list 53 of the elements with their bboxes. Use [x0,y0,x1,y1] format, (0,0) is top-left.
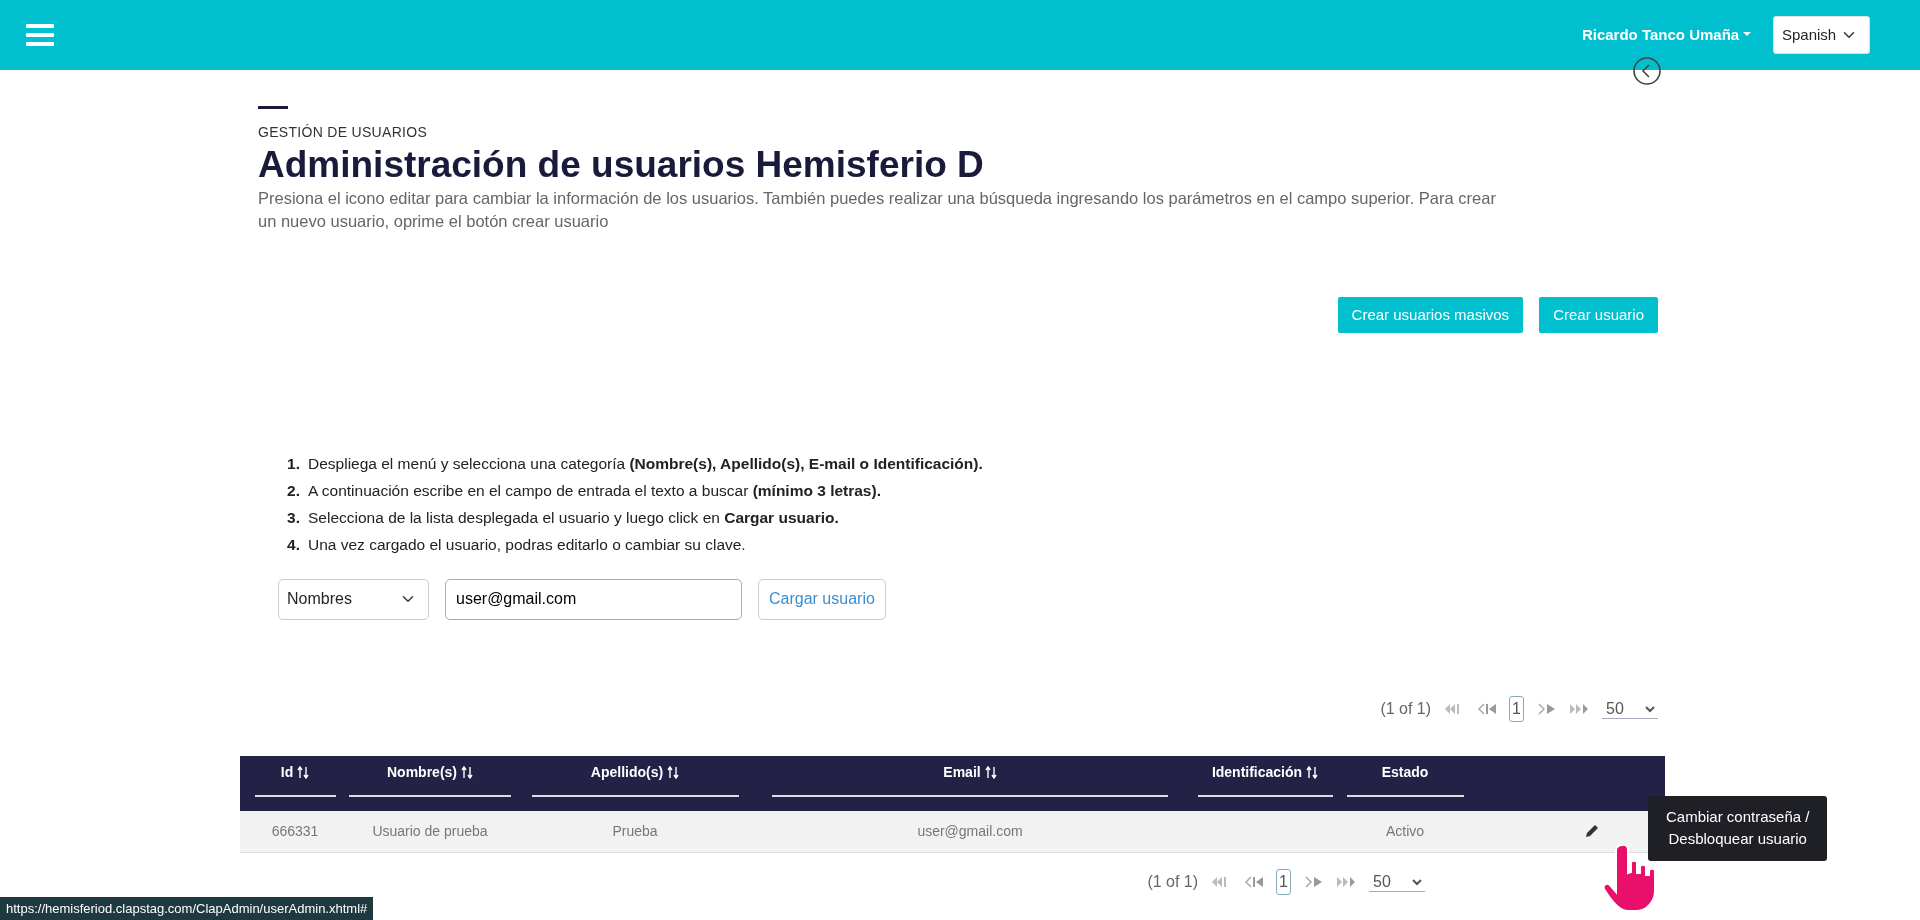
filter-field[interactable] [349,794,511,797]
edit-icon[interactable] [1584,823,1600,840]
page-number[interactable]: 1 [1276,868,1291,895]
next-page-icon[interactable] [1303,874,1324,889]
step-number: 1. [286,454,301,475]
page-summary: (1 of 1) [1147,871,1199,892]
last-page-icon[interactable] [1336,874,1357,889]
column-header[interactable]: Nombre(s) [387,761,457,783]
page-description: Presiona el icono editar para cambiar la información de los usuarios. También puedes realizar una búsqueda ingresando los parámetros en el campo superior. Para crear un nuevo usuario, oprime el botón crear usuario [258,188,1497,233]
status-url: https://hemisferiod.clapstag.com/ClapAdmin/userAdmin.xhtml# [0,896,374,920]
search-field[interactable]: user@gmail.com [445,578,742,620]
step-number: 2. [286,481,301,502]
table-cell: Prueba [612,822,658,839]
table-cell: 666331 [271,822,319,839]
filter-field[interactable] [531,794,739,797]
instruction-text: A continuación escribe en el campo de entrada el texto a buscar (mínimo 3 letras). [308,482,881,500]
filter-field[interactable] [772,794,1168,797]
column-header[interactable]: Identificación [1211,761,1303,783]
category-select[interactable]: Nombres [278,578,429,620]
page-size-select[interactable]: 50 [1602,698,1658,719]
page-summary: (1 of 1) [1380,698,1432,719]
step-number: 3. [286,508,301,529]
tooltip: Cambiar contraseña / Desbloquear usuario [1648,795,1828,861]
filter-field[interactable] [1346,794,1464,797]
table-cell: Usuario de prueba [372,822,488,839]
table-cell: user@gmail.com [917,822,1023,839]
sort-icon[interactable] [461,765,473,779]
instruction-text: Una vez cargado el usuario, podras editarlo o cambiar su clave. [308,535,746,553]
section-label: GESTIÓN DE USUARIOS [258,123,429,142]
load-user-button[interactable]: Cargar usuario [758,578,886,620]
column-header[interactable]: Email [943,761,981,783]
language-select[interactable]: Spanish [1773,16,1870,54]
instruction-text: Selecciona de la lista desplegada el usuario y luego click en Cargar usuario. [308,509,839,527]
page-title: Administración de usuarios Hemisferio D [258,143,985,187]
last-page-icon[interactable] [1569,701,1590,716]
filter-field[interactable] [1197,794,1333,797]
page-number[interactable]: 1 [1509,695,1524,722]
column-header[interactable]: Id [280,761,294,783]
sort-icon[interactable] [667,765,680,779]
previous-page-icon[interactable] [1476,701,1498,716]
instruction-text: Despliega el menú y selecciona una categoría (Nombre(s), Apellido(s), E-mail o Identificación). [308,455,983,473]
step-number: 4. [286,534,301,555]
next-page-icon[interactable] [1536,701,1557,716]
back-icon[interactable] [1632,56,1662,86]
page-size-select[interactable]: 50 [1369,871,1425,892]
column-header[interactable]: Estado [1381,761,1429,783]
previous-page-icon[interactable] [1243,874,1265,889]
sort-icon[interactable] [984,765,997,779]
table-cell: Activo [1385,822,1425,839]
column-header[interactable]: Apellido(s) [590,761,664,783]
filter-field[interactable] [254,794,336,797]
sort-icon[interactable] [297,765,310,779]
sort-icon[interactable] [1306,765,1319,779]
